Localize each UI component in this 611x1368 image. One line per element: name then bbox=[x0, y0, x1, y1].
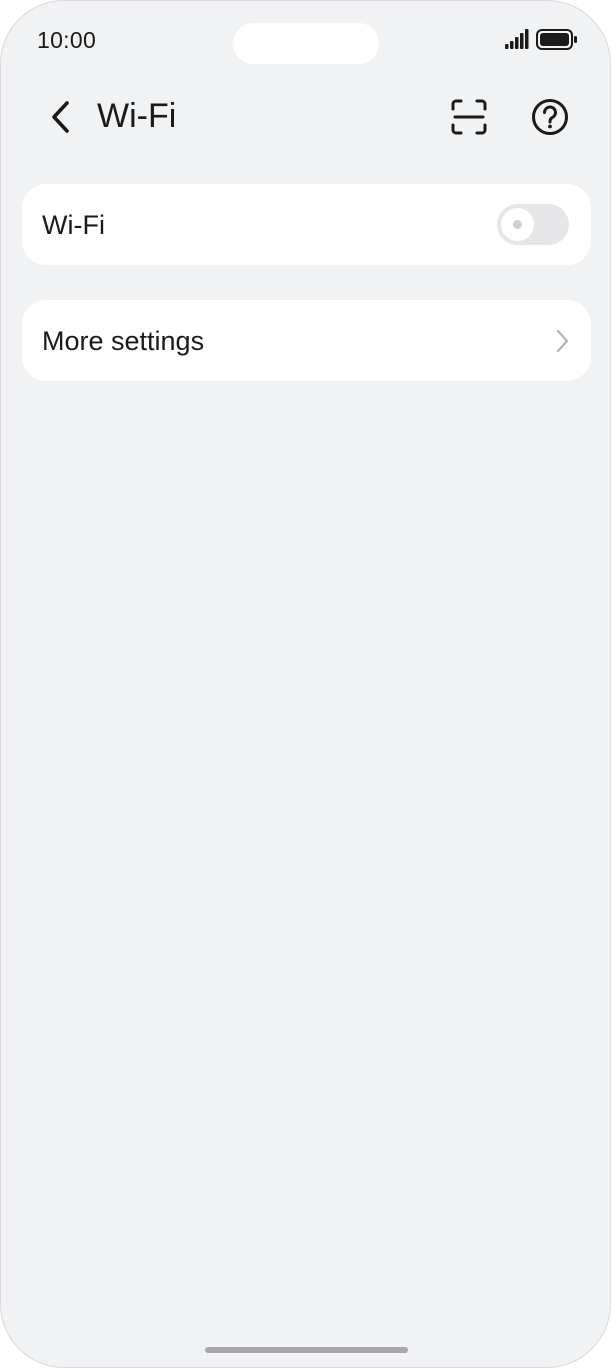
camera-notch bbox=[233, 23, 379, 64]
wifi-label: Wi-Fi bbox=[42, 210, 105, 240]
status-time: 10:00 bbox=[37, 27, 97, 53]
chevron-right-icon bbox=[556, 329, 569, 353]
wifi-toggle-switch[interactable] bbox=[497, 204, 569, 245]
phone-screen: 10:00 Wi-Fi Wi-Fi More settings bbox=[0, 0, 611, 1368]
battery-full-icon bbox=[536, 29, 577, 50]
navigation-bar: Wi-Fi bbox=[1, 85, 610, 149]
wifi-toggle-row[interactable]: Wi-Fi bbox=[22, 184, 591, 265]
status-bar: 10:00 bbox=[1, 1, 610, 81]
home-indicator[interactable] bbox=[205, 1347, 408, 1353]
help-question-icon[interactable] bbox=[530, 97, 570, 137]
more-settings-row[interactable]: More settings bbox=[22, 300, 591, 381]
chevron-left-icon[interactable] bbox=[43, 97, 79, 137]
more-settings-label: More settings bbox=[42, 326, 205, 356]
toggle-knob bbox=[501, 208, 534, 241]
page-title: Wi-Fi bbox=[97, 97, 177, 135]
toggle-dot-icon bbox=[513, 220, 522, 229]
cellular-signal-icon bbox=[505, 29, 529, 49]
scan-qr-icon[interactable] bbox=[449, 97, 489, 137]
